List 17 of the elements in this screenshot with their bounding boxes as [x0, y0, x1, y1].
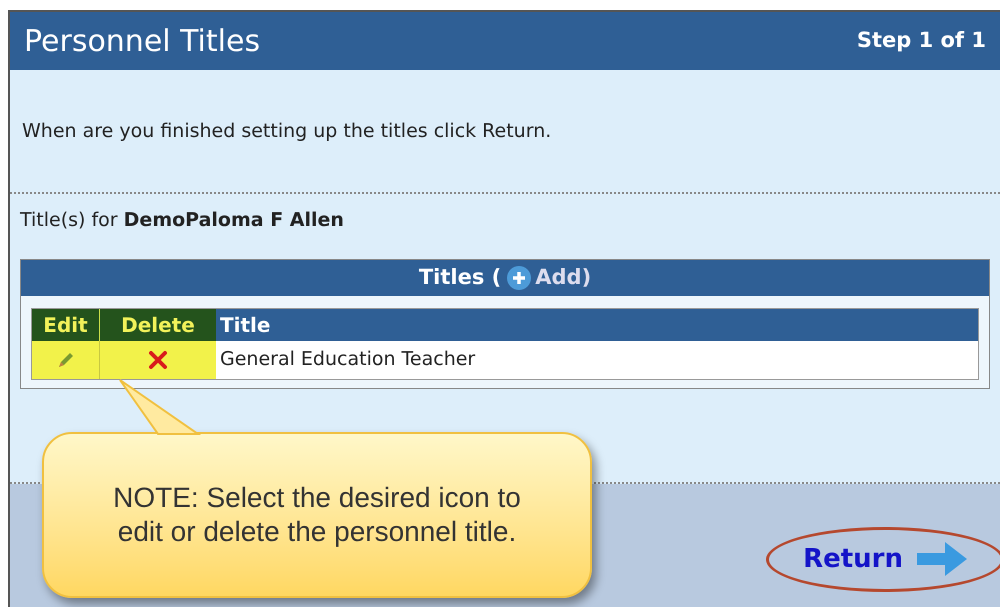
table-cell-text: General Education Teacher: [219, 347, 476, 372]
instruction-text: When are you finished setting up the titles click Return.: [22, 118, 552, 144]
arrow-icon: [917, 542, 967, 576]
window-title: Personnel Titles: [24, 22, 260, 60]
column-header: Delete: [100, 308, 216, 340]
delete-button[interactable]: [100, 340, 216, 378]
edit-button[interactable]: [32, 340, 100, 378]
column-header: Title: [216, 308, 978, 340]
step-indicator: Step 1 of 1: [856, 27, 986, 54]
return-button[interactable]: Return: [766, 526, 1000, 592]
titles-for-label: Title(s) for DemoPaloma F Allen: [20, 209, 344, 231]
column-header: Edit: [32, 308, 100, 340]
callout-text: NOTE: Select the desired icon to edit or delete the personnel title.: [112, 481, 522, 549]
table-caption: Titles (: [418, 264, 502, 291]
plus-icon: [507, 266, 532, 290]
close-icon: [147, 348, 169, 370]
add-link[interactable]: Add): [507, 262, 592, 294]
